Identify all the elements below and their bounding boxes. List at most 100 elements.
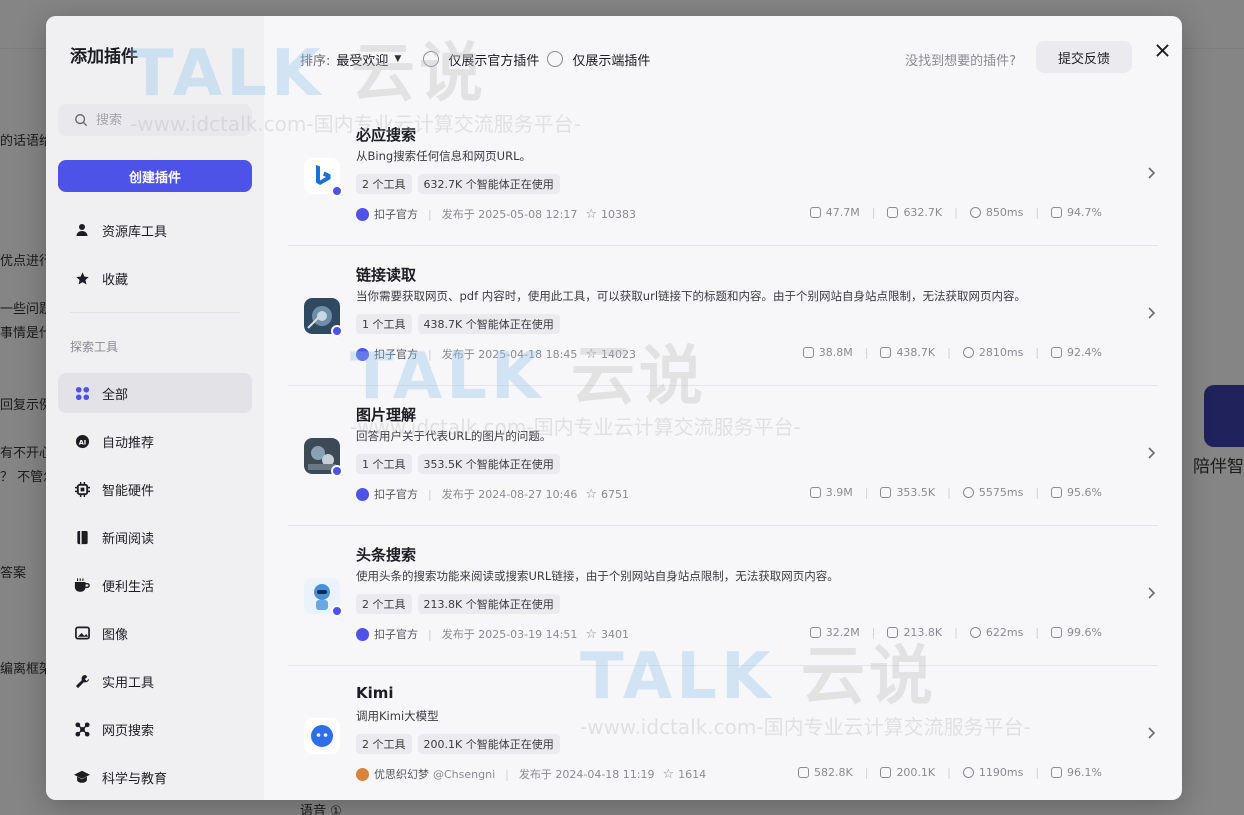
plugin-row[interactable]: 必应搜索 从Bing搜索任何信息和网页URL。 2 个工具 632.7K 个智能… [288, 106, 1158, 246]
stat-divider: | [864, 766, 869, 779]
search-input[interactable] [96, 112, 236, 128]
plugin-published: 发布于 2025-03-19 14:51 [441, 628, 578, 641]
plugin-row[interactable]: 头条搜索 使用头条的搜索功能来阅读或搜索URL链接，由于个别网站自身站点限制，无… [288, 526, 1158, 666]
category-image[interactable]: 图像 [58, 613, 252, 653]
stat-divider: | [871, 206, 876, 219]
category-daily-life[interactable]: 便利生活 [58, 565, 252, 605]
sidebar-item-label: 资源库工具 [102, 224, 168, 240]
chevron-right-icon[interactable] [1144, 446, 1158, 460]
plugin-description: 当你需要获取网页、pdf 内容时，使用此工具，可以获取url链接下的标题和内容。… [356, 289, 1027, 303]
category-utility-tools[interactable]: 实用工具 [58, 661, 252, 701]
author-avatar-icon [356, 627, 369, 641]
bots-stat: 200.1K [880, 766, 935, 779]
category-science-education[interactable]: 科学与教育 [58, 757, 252, 797]
category-label: 便利生活 [102, 579, 155, 595]
message-icon [1051, 767, 1063, 778]
category-all[interactable]: 全部 [58, 373, 252, 413]
category-label: 网页搜索 [102, 723, 155, 739]
stat-divider: | [1035, 346, 1040, 359]
tool-count-tag: 2 个工具 [356, 734, 412, 754]
plugin-tags: 1 个工具 353.5K 个智能体正在使用 [356, 454, 560, 474]
category-label: 实用工具 [102, 675, 155, 691]
message-icon [1051, 347, 1063, 358]
submit-feedback-button[interactable]: 提交反馈 [1036, 41, 1132, 73]
plugin-stars: 6751 [601, 487, 629, 501]
close-icon[interactable] [1154, 42, 1170, 58]
meta-divider: | [428, 207, 432, 221]
plugin-tags: 1 个工具 438.7K 个智能体正在使用 [356, 314, 560, 334]
tool-count-tag: 1 个工具 [356, 314, 412, 334]
category-label: 图像 [102, 627, 129, 643]
clock-icon [962, 487, 974, 498]
chevron-right-icon[interactable] [1144, 306, 1158, 320]
chevron-right-icon[interactable] [1144, 166, 1158, 180]
category-news-reading[interactable]: 新闻阅读 [58, 517, 252, 557]
success-value: 92.4% [1067, 346, 1102, 359]
calls-value: 47.7M [825, 206, 860, 219]
success-stat: 96.1% [1051, 766, 1102, 779]
plugin-row[interactable]: 链接读取 当你需要获取网页、pdf 内容时，使用此工具，可以获取url链接下的标… [288, 246, 1158, 386]
success-stat: 94.7% [1051, 206, 1102, 219]
plugin-tags: 2 个工具 632.7K 个智能体正在使用 [356, 174, 560, 194]
plugin-row[interactable]: 图片理解 回答用户关于代表URL的图片的问题。 1 个工具 353.5K 个智能… [288, 386, 1158, 526]
category-smart-hardware[interactable]: 智能硬件 [58, 469, 252, 509]
chip-icon [74, 481, 90, 497]
plugin-stats: 582.8K | 200.1K | 1190ms | 96.1% [798, 766, 1102, 779]
sidebar-item-label: 收藏 [102, 272, 129, 288]
radio-circle-icon [423, 51, 440, 67]
agent-icon [887, 207, 899, 218]
grid-icon [74, 385, 90, 401]
search-icon [75, 114, 88, 127]
sidebar-item-library-tools[interactable]: 资源库工具 [58, 210, 252, 250]
filter-official-label: 仅展示官方插件 [448, 53, 540, 69]
category-auto-recommend[interactable]: AI 自动推荐 [58, 421, 252, 461]
bots-stat: 632.7K [887, 206, 942, 219]
author-avatar-icon [356, 207, 369, 221]
chevron-right-icon[interactable] [1144, 726, 1158, 740]
plugin-stats: 32.2M | 213.8K | 622ms | 99.6% [809, 626, 1102, 639]
plugin-author-handle: @Chsengni [433, 767, 496, 781]
calls-value: 582.8K [814, 766, 853, 779]
category-label: 全部 [102, 387, 129, 403]
sort-dropdown[interactable]: 最受欢迎 ▼ [336, 50, 401, 69]
plugin-avatar [304, 578, 343, 617]
plugin-stars: 1614 [678, 767, 707, 781]
clock-icon [962, 767, 974, 778]
plugin-tags: 2 个工具 213.8K 个智能体正在使用 [356, 594, 560, 614]
calls-stat: 47.7M [809, 206, 860, 219]
sidebar-divider [70, 312, 240, 313]
chevron-right-icon[interactable] [1144, 586, 1158, 600]
plugin-avatar [304, 438, 343, 477]
sidebar-item-favorites[interactable]: 收藏 [58, 258, 252, 298]
explore-section-label: 探索工具 [70, 340, 119, 354]
plugin-stats: 38.8M | 438.7K | 2810ms | 92.4% [802, 346, 1102, 359]
filter-client-radio[interactable]: 仅展示端插件 [547, 50, 650, 69]
network-icon [74, 721, 90, 737]
search-box[interactable] [58, 104, 252, 136]
calls-stat: 3.9M [809, 486, 853, 499]
stat-divider: | [864, 486, 869, 499]
plugin-avatar [304, 158, 343, 197]
svg-text:AI: AI [78, 438, 86, 446]
plugin-meta: 扣子官方 | 发布于 2024-08-27 10:46 ☆ 6751 [356, 486, 629, 502]
official-badge-icon [331, 605, 343, 617]
book-icon [74, 529, 90, 545]
success-stat: 95.6% [1051, 486, 1102, 499]
filter-official-radio[interactable]: 仅展示官方插件 [423, 50, 539, 69]
category-label: 科学与教育 [102, 771, 168, 787]
usage-tag: 213.8K 个智能体正在使用 [417, 594, 560, 614]
plugin-description: 回答用户关于代表URL的图片的问题。 [356, 429, 552, 443]
create-plugin-button[interactable]: 创建插件 [58, 160, 252, 192]
plugin-author: 扣子官方 [374, 628, 418, 641]
clock-icon [969, 207, 981, 218]
category-web-search[interactable]: 网页搜索 [58, 709, 252, 749]
latency-value: 622ms [985, 626, 1024, 639]
bot-icon [802, 347, 814, 358]
tool-count-tag: 1 个工具 [356, 454, 412, 474]
stat-divider: | [1035, 486, 1040, 499]
message-icon [1051, 627, 1063, 638]
stat-divider: | [947, 486, 951, 499]
success-stat: 99.6% [1051, 626, 1102, 639]
plugin-row[interactable]: Kimi 调用Kimi大模型 2 个工具 200.1K 个智能体正在使用 优思织… [288, 666, 1158, 800]
latency-stat: 2810ms [962, 346, 1023, 359]
